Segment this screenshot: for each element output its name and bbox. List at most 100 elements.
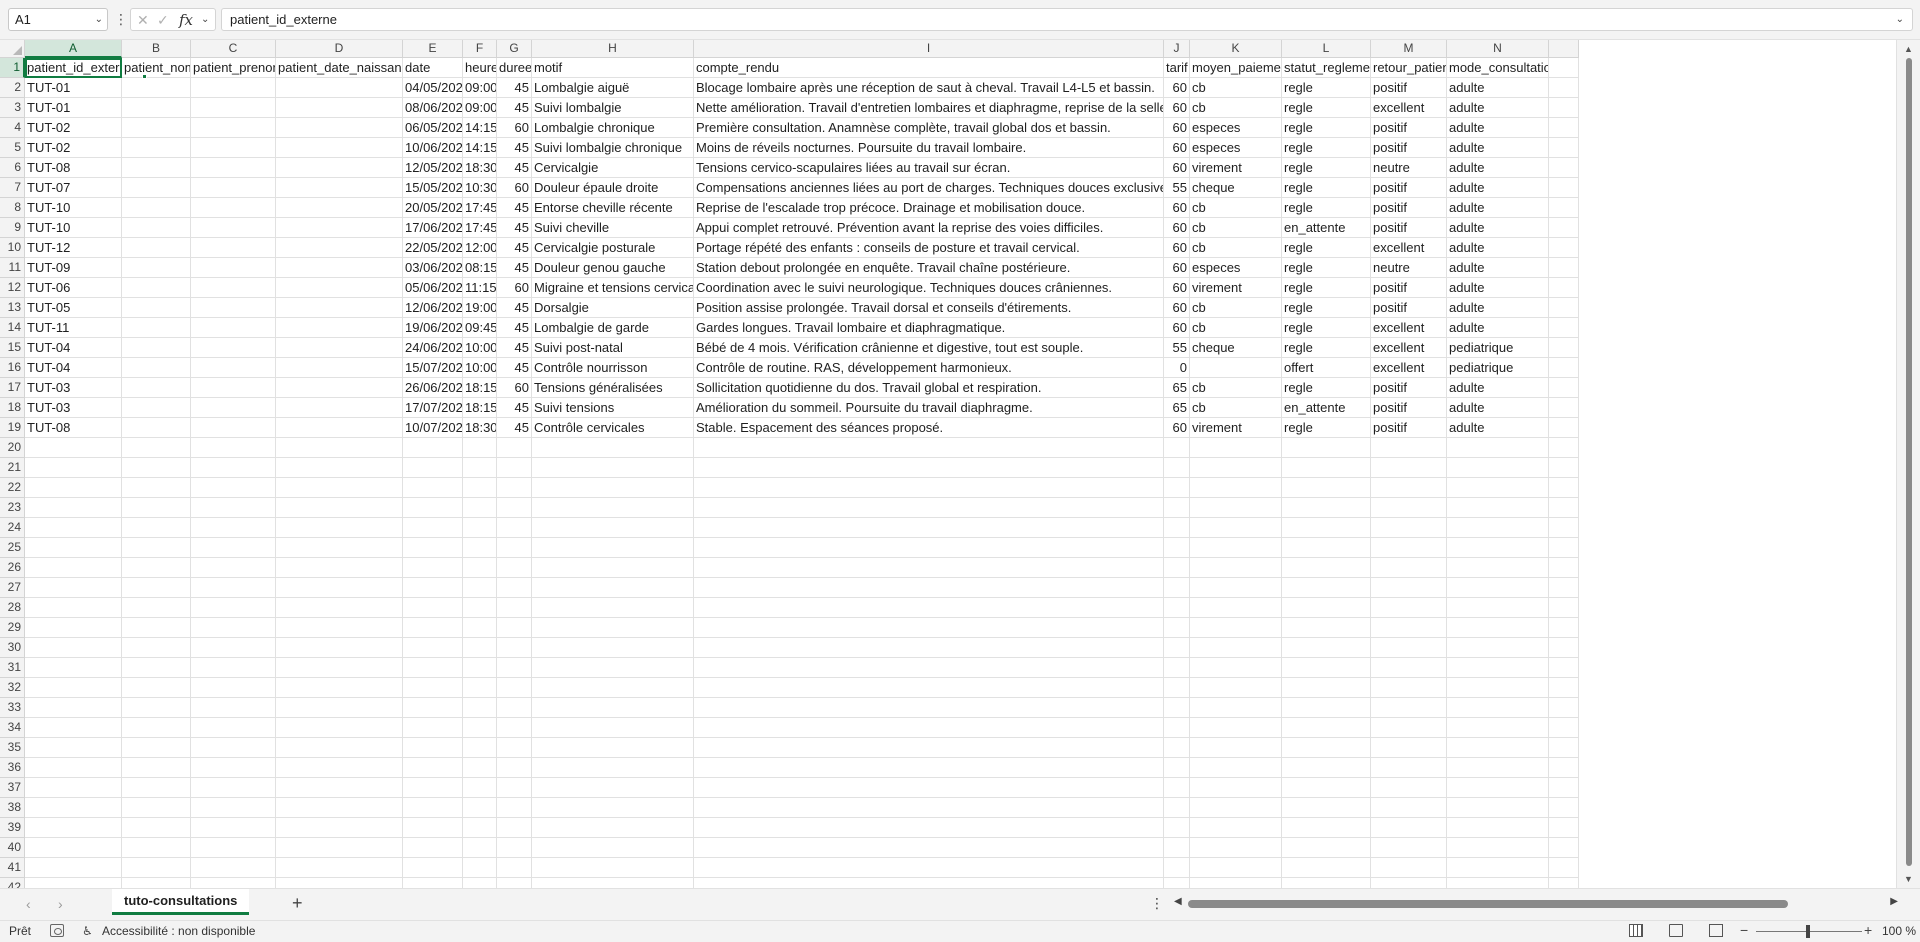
normal-view-icon[interactable] (1629, 924, 1643, 937)
cell-k17[interactable]: cb (1190, 378, 1282, 398)
cell-g8[interactable]: 45 (497, 198, 532, 218)
cell-l37[interactable] (1282, 778, 1371, 798)
cell-o17[interactable] (1549, 378, 1579, 398)
cell-l39[interactable] (1282, 818, 1371, 838)
cell-i32[interactable] (694, 678, 1164, 698)
cell-n12[interactable]: adulte (1447, 278, 1549, 298)
cell-g15[interactable]: 45 (497, 338, 532, 358)
cell-a8[interactable]: TUT-10 (25, 198, 122, 218)
cell-b10[interactable] (122, 238, 191, 258)
cell-m41[interactable] (1371, 858, 1447, 878)
cell-n27[interactable] (1447, 578, 1549, 598)
cell-b17[interactable] (122, 378, 191, 398)
cell-l1[interactable]: statut_reglement (1282, 58, 1371, 78)
vertical-scrollbar[interactable]: ▲ ▼ (1896, 40, 1920, 888)
cell-c7[interactable] (191, 178, 276, 198)
cell-n24[interactable] (1447, 518, 1549, 538)
cell-g39[interactable] (497, 818, 532, 838)
cell-c17[interactable] (191, 378, 276, 398)
cell-c32[interactable] (191, 678, 276, 698)
cell-k27[interactable] (1190, 578, 1282, 598)
cell-j9[interactable]: 60 (1164, 218, 1190, 238)
check-icon[interactable]: ✓ (157, 10, 169, 30)
cell-j38[interactable] (1164, 798, 1190, 818)
cell-c34[interactable] (191, 718, 276, 738)
cell-k13[interactable]: cb (1190, 298, 1282, 318)
cell-c8[interactable] (191, 198, 276, 218)
cell-b9[interactable] (122, 218, 191, 238)
cell-j19[interactable]: 60 (1164, 418, 1190, 438)
cell-o29[interactable] (1549, 618, 1579, 638)
column-header-f[interactable]: F (463, 40, 497, 58)
cell-g19[interactable]: 45 (497, 418, 532, 438)
row-header-29[interactable]: 29 (0, 618, 25, 638)
cell-o3[interactable] (1549, 98, 1579, 118)
cell-c39[interactable] (191, 818, 276, 838)
row-header-14[interactable]: 14 (0, 318, 25, 338)
cell-h42[interactable] (532, 878, 694, 888)
cell-h27[interactable] (532, 578, 694, 598)
cell-d20[interactable] (276, 438, 403, 458)
cell-o21[interactable] (1549, 458, 1579, 478)
cell-e26[interactable] (403, 558, 463, 578)
cell-o11[interactable] (1549, 258, 1579, 278)
cell-h26[interactable] (532, 558, 694, 578)
cell-f26[interactable] (463, 558, 497, 578)
cell-b41[interactable] (122, 858, 191, 878)
cell-n41[interactable] (1447, 858, 1549, 878)
cell-f29[interactable] (463, 618, 497, 638)
cell-h24[interactable] (532, 518, 694, 538)
cell-a12[interactable]: TUT-06 (25, 278, 122, 298)
cell-e30[interactable] (403, 638, 463, 658)
cell-g24[interactable] (497, 518, 532, 538)
row-header-30[interactable]: 30 (0, 638, 25, 658)
cell-j22[interactable] (1164, 478, 1190, 498)
cell-m1[interactable]: retour_patient (1371, 58, 1447, 78)
cell-d30[interactable] (276, 638, 403, 658)
cell-l38[interactable] (1282, 798, 1371, 818)
cell-g36[interactable] (497, 758, 532, 778)
cell-g34[interactable] (497, 718, 532, 738)
cell-e16[interactable]: 15/07/2026 (403, 358, 463, 378)
row-header-20[interactable]: 20 (0, 438, 25, 458)
row-header-10[interactable]: 10 (0, 238, 25, 258)
cell-l31[interactable] (1282, 658, 1371, 678)
cell-b20[interactable] (122, 438, 191, 458)
column-header-c[interactable]: C (191, 40, 276, 58)
cell-n4[interactable]: adulte (1447, 118, 1549, 138)
cell-l29[interactable] (1282, 618, 1371, 638)
page-layout-view-icon[interactable] (1669, 924, 1683, 937)
cell-f14[interactable]: 09:45 (463, 318, 497, 338)
cell-h19[interactable]: Contrôle cervicales (532, 418, 694, 438)
cell-c35[interactable] (191, 738, 276, 758)
cell-o10[interactable] (1549, 238, 1579, 258)
cell-b23[interactable] (122, 498, 191, 518)
cell-c21[interactable] (191, 458, 276, 478)
cell-i31[interactable] (694, 658, 1164, 678)
cell-j8[interactable]: 60 (1164, 198, 1190, 218)
cell-a26[interactable] (25, 558, 122, 578)
cell-m42[interactable] (1371, 878, 1447, 888)
cell-m29[interactable] (1371, 618, 1447, 638)
cell-h7[interactable]: Douleur épaule droite (532, 178, 694, 198)
cell-d23[interactable] (276, 498, 403, 518)
cell-a33[interactable] (25, 698, 122, 718)
cell-g1[interactable]: duree (497, 58, 532, 78)
row-header-16[interactable]: 16 (0, 358, 25, 378)
cell-j13[interactable]: 60 (1164, 298, 1190, 318)
cell-c42[interactable] (191, 878, 276, 888)
cell-k36[interactable] (1190, 758, 1282, 778)
row-header-3[interactable]: 3 (0, 98, 25, 118)
cell-o33[interactable] (1549, 698, 1579, 718)
cell-c9[interactable] (191, 218, 276, 238)
cell-i27[interactable] (694, 578, 1164, 598)
cell-d32[interactable] (276, 678, 403, 698)
cell-j17[interactable]: 65 (1164, 378, 1190, 398)
cell-c36[interactable] (191, 758, 276, 778)
cell-i2[interactable]: Blocage lombaire après une réception de … (694, 78, 1164, 98)
cell-l18[interactable]: en_attente (1282, 398, 1371, 418)
cell-m32[interactable] (1371, 678, 1447, 698)
cell-l24[interactable] (1282, 518, 1371, 538)
cell-h22[interactable] (532, 478, 694, 498)
cell-f34[interactable] (463, 718, 497, 738)
